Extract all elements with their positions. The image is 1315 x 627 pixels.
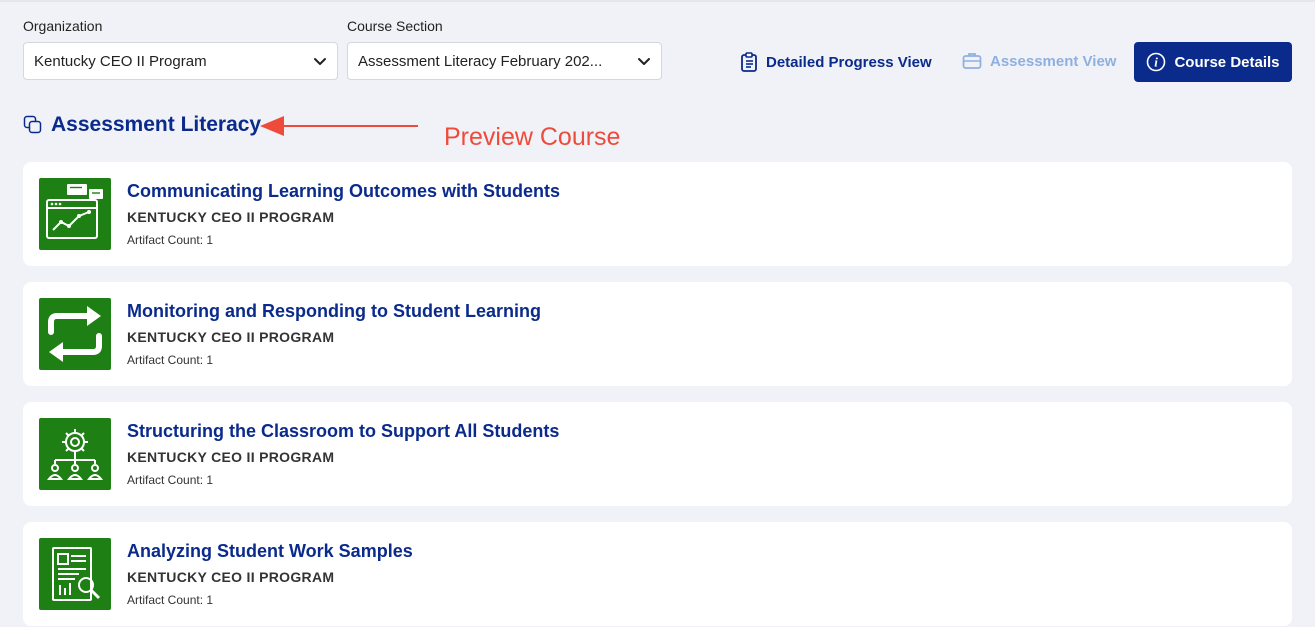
module-artifact-count: Artifact Count: 1 [127, 233, 214, 247]
course-section-value: Assessment Literacy February 202... [358, 52, 603, 70]
module-card[interactable]: Structuring the Classroom to Support All… [23, 402, 1292, 506]
clipboard-icon [741, 52, 757, 72]
module-artifact-count: Artifact Count: 1 [127, 353, 214, 367]
module-title[interactable]: Analyzing Student Work Samples [127, 541, 413, 562]
organization-label: Organization [23, 18, 103, 34]
module-card[interactable]: Communicating Learning Outcomes with Stu… [23, 162, 1292, 266]
top-border [0, 0, 1315, 2]
annotation-arrow [260, 116, 418, 136]
course-details-button[interactable]: i Course Details [1134, 42, 1292, 82]
module-organization: KENTUCKY CEO II PROGRAM [127, 569, 335, 585]
detailed-progress-view-label: Detailed Progress View [766, 53, 932, 71]
module-artifact-count: Artifact Count: 1 [127, 593, 214, 607]
module-organization: KENTUCKY CEO II PROGRAM [127, 329, 335, 345]
detailed-progress-view-button[interactable]: Detailed Progress View [740, 52, 932, 72]
course-title: Assessment Literacy [51, 113, 262, 136]
loop-arrows-icon [39, 298, 111, 370]
course-section-label: Course Section [347, 18, 443, 34]
info-icon: i [1147, 52, 1166, 72]
svg-text:i: i [1155, 55, 1159, 70]
module-artifact-count: Artifact Count: 1 [127, 473, 214, 487]
module-title[interactable]: Communicating Learning Outcomes with Stu… [127, 181, 560, 202]
chevron-down-icon [638, 58, 650, 65]
presentation-chart-icon [39, 178, 111, 250]
module-title[interactable]: Monitoring and Responding to Student Lea… [127, 301, 541, 322]
course-details-label: Course Details [1174, 53, 1280, 71]
assessment-view-button[interactable]: Assessment View [962, 52, 1116, 70]
chevron-down-icon [314, 58, 326, 65]
module-organization: KENTUCKY CEO II PROGRAM [127, 449, 335, 465]
document-magnifier-icon [39, 538, 111, 610]
module-card[interactable]: Analyzing Student Work Samples KENTUCKY … [23, 522, 1292, 626]
module-card[interactable]: Monitoring and Responding to Student Lea… [23, 282, 1292, 386]
briefcase-icon [962, 53, 982, 69]
module-organization: KENTUCKY CEO II PROGRAM [127, 209, 335, 225]
module-title[interactable]: Structuring the Classroom to Support All… [127, 421, 559, 442]
copy-icon [23, 115, 42, 134]
gear-people-icon [39, 418, 111, 490]
course-section-select[interactable]: Assessment Literacy February 202... [347, 42, 662, 80]
assessment-view-label: Assessment View [990, 52, 1117, 70]
organization-select[interactable]: Kentucky CEO II Program [23, 42, 338, 80]
preview-course-annotation: Preview Course [444, 123, 621, 151]
course-title-link[interactable]: Assessment Literacy [23, 113, 261, 137]
organization-value: Kentucky CEO II Program [34, 52, 207, 70]
